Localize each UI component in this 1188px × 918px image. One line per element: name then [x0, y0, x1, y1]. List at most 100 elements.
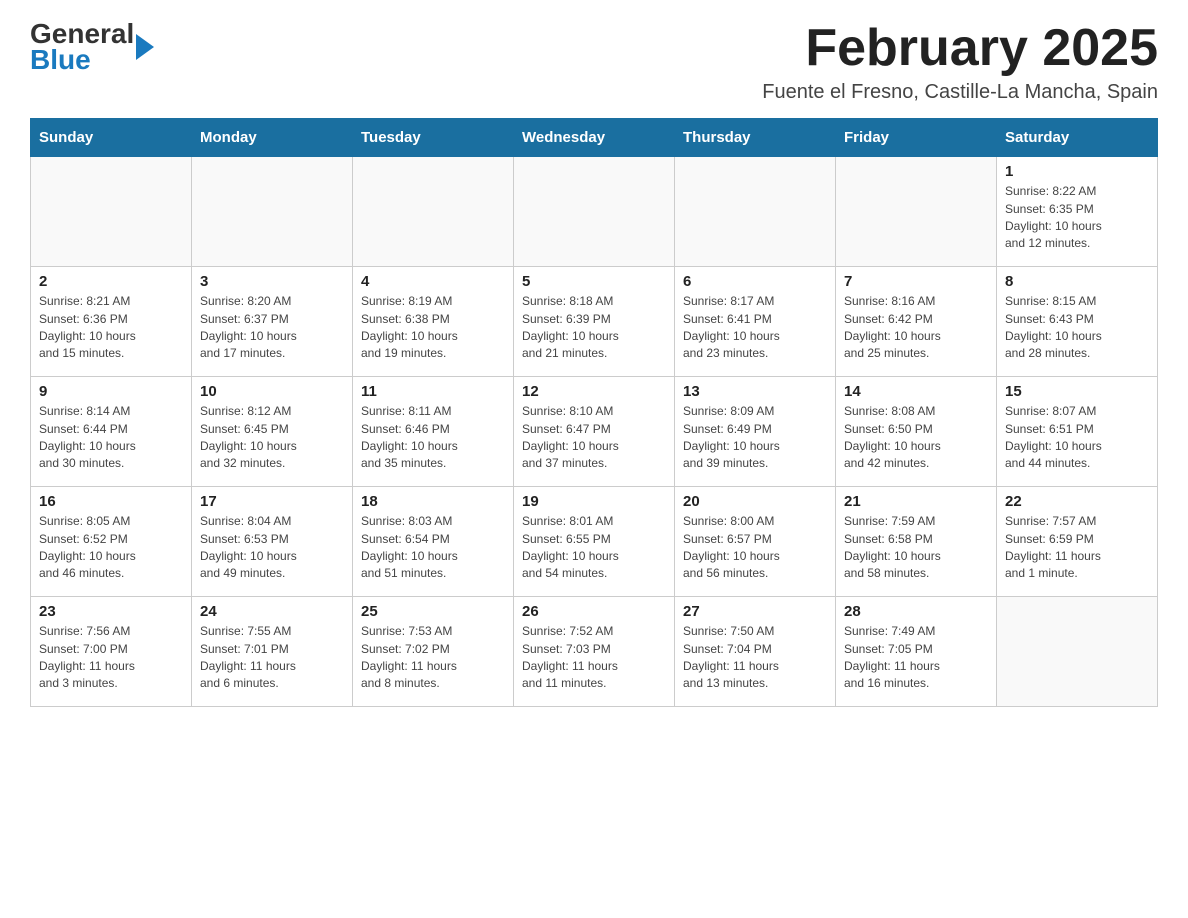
weekday-header-row: SundayMondayTuesdayWednesdayThursdayFrid… — [31, 119, 1158, 157]
day-info: Sunrise: 8:09 AM Sunset: 6:49 PM Dayligh… — [683, 403, 827, 473]
day-info: Sunrise: 7:55 AM Sunset: 7:01 PM Dayligh… — [200, 623, 344, 693]
weekday-header-saturday: Saturday — [997, 119, 1158, 157]
day-info: Sunrise: 8:04 AM Sunset: 6:53 PM Dayligh… — [200, 513, 344, 583]
calendar-cell: 1 Sunrise: 8:22 AM Sunset: 6:35 PM Daylig… — [997, 157, 1158, 267]
calendar-cell: 16Sunrise: 8:05 AM Sunset: 6:52 PM Dayli… — [31, 487, 192, 597]
day-number: 2 — [39, 273, 183, 290]
week-row-5: 23 Sunrise: 7:56 AM Sunset: 7:00 PM Dayli… — [31, 597, 1158, 707]
day-info: Sunrise: 8:07 AM Sunset: 6:51 PM Dayligh… — [1005, 403, 1149, 473]
calendar-cell: 12 Sunrise: 8:10 AM Sunset: 6:47 PM Dayli… — [514, 377, 675, 487]
calendar-cell — [836, 157, 997, 267]
day-info: Sunrise: 8:15 AM Sunset: 6:43 PM Dayligh… — [1005, 293, 1149, 363]
day-info: Sunrise: 8:10 AM Sunset: 6:47 PM Dayligh… — [522, 403, 666, 473]
day-number: 1 — [1005, 163, 1149, 180]
calendar-cell: 11 Sunrise: 8:11 AM Sunset: 6:46 PM Dayli… — [353, 377, 514, 487]
calendar-cell: 14Sunrise: 8:08 AM Sunset: 6:50 PM Dayli… — [836, 377, 997, 487]
day-number: 20 — [683, 493, 827, 510]
day-info: Sunrise: 8:21 AM Sunset: 6:36 PM Dayligh… — [39, 293, 183, 363]
calendar-cell: 8 Sunrise: 8:15 AM Sunset: 6:43 PM Daylig… — [997, 267, 1158, 377]
calendar-cell: 9Sunrise: 8:14 AM Sunset: 6:44 PM Daylig… — [31, 377, 192, 487]
calendar-cell: 20 Sunrise: 8:00 AM Sunset: 6:57 PM Dayli… — [675, 487, 836, 597]
day-number: 8 — [1005, 273, 1149, 290]
day-info: Sunrise: 8:17 AM Sunset: 6:41 PM Dayligh… — [683, 293, 827, 363]
calendar-cell: 28 Sunrise: 7:49 AM Sunset: 7:05 PM Dayli… — [836, 597, 997, 707]
day-number: 19 — [522, 493, 666, 510]
day-info: Sunrise: 8:22 AM Sunset: 6:35 PM Dayligh… — [1005, 183, 1149, 253]
day-info: Sunrise: 8:05 AM Sunset: 6:52 PM Dayligh… — [39, 513, 183, 583]
weekday-header-friday: Friday — [836, 119, 997, 157]
day-info: Sunrise: 8:16 AM Sunset: 6:42 PM Dayligh… — [844, 293, 988, 363]
week-row-4: 16Sunrise: 8:05 AM Sunset: 6:52 PM Dayli… — [31, 487, 1158, 597]
day-number: 17 — [200, 493, 344, 510]
week-row-3: 9Sunrise: 8:14 AM Sunset: 6:44 PM Daylig… — [31, 377, 1158, 487]
calendar-cell — [192, 157, 353, 267]
calendar-cell — [675, 157, 836, 267]
calendar-cell: 19 Sunrise: 8:01 AM Sunset: 6:55 PM Dayli… — [514, 487, 675, 597]
calendar-cell: 15 Sunrise: 8:07 AM Sunset: 6:51 PM Dayli… — [997, 377, 1158, 487]
calendar: SundayMondayTuesdayWednesdayThursdayFrid… — [30, 118, 1158, 707]
day-info: Sunrise: 8:03 AM Sunset: 6:54 PM Dayligh… — [361, 513, 505, 583]
calendar-cell: 23 Sunrise: 7:56 AM Sunset: 7:00 PM Dayli… — [31, 597, 192, 707]
day-info: Sunrise: 7:57 AM Sunset: 6:59 PM Dayligh… — [1005, 513, 1149, 583]
day-info: Sunrise: 8:11 AM Sunset: 6:46 PM Dayligh… — [361, 403, 505, 473]
calendar-cell: 10Sunrise: 8:12 AM Sunset: 6:45 PM Dayli… — [192, 377, 353, 487]
month-title: February 2025 — [762, 20, 1158, 77]
logo-blue: Blue — [30, 44, 91, 76]
calendar-cell — [997, 597, 1158, 707]
calendar-cell: 22Sunrise: 7:57 AM Sunset: 6:59 PM Dayli… — [997, 487, 1158, 597]
day-number: 25 — [361, 603, 505, 620]
day-info: Sunrise: 7:56 AM Sunset: 7:00 PM Dayligh… — [39, 623, 183, 693]
day-number: 12 — [522, 383, 666, 400]
day-number: 5 — [522, 273, 666, 290]
calendar-cell: 5 Sunrise: 8:18 AM Sunset: 6:39 PM Daylig… — [514, 267, 675, 377]
calendar-cell: 2 Sunrise: 8:21 AM Sunset: 6:36 PM Daylig… — [31, 267, 192, 377]
day-info: Sunrise: 7:49 AM Sunset: 7:05 PM Dayligh… — [844, 623, 988, 693]
weekday-header-wednesday: Wednesday — [514, 119, 675, 157]
calendar-cell — [31, 157, 192, 267]
day-info: Sunrise: 7:52 AM Sunset: 7:03 PM Dayligh… — [522, 623, 666, 693]
page-header: General Blue February 2025 Fuente el Fre… — [30, 20, 1158, 104]
day-info: Sunrise: 8:20 AM Sunset: 6:37 PM Dayligh… — [200, 293, 344, 363]
day-number: 15 — [1005, 383, 1149, 400]
calendar-cell: 24 Sunrise: 7:55 AM Sunset: 7:01 PM Dayli… — [192, 597, 353, 707]
day-number: 18 — [361, 493, 505, 510]
day-number: 24 — [200, 603, 344, 620]
day-number: 4 — [361, 273, 505, 290]
calendar-cell: 25 Sunrise: 7:53 AM Sunset: 7:02 PM Dayli… — [353, 597, 514, 707]
weekday-header-thursday: Thursday — [675, 119, 836, 157]
calendar-cell: 3 Sunrise: 8:20 AM Sunset: 6:37 PM Daylig… — [192, 267, 353, 377]
day-info: Sunrise: 8:18 AM Sunset: 6:39 PM Dayligh… — [522, 293, 666, 363]
calendar-cell: 7Sunrise: 8:16 AM Sunset: 6:42 PM Daylig… — [836, 267, 997, 377]
day-number: 28 — [844, 603, 988, 620]
day-number: 11 — [361, 383, 505, 400]
week-row-1: 1 Sunrise: 8:22 AM Sunset: 6:35 PM Daylig… — [31, 157, 1158, 267]
calendar-cell: 27 Sunrise: 7:50 AM Sunset: 7:04 PM Dayli… — [675, 597, 836, 707]
day-number: 21 — [844, 493, 988, 510]
day-info: Sunrise: 7:50 AM Sunset: 7:04 PM Dayligh… — [683, 623, 827, 693]
calendar-cell: 4 Sunrise: 8:19 AM Sunset: 6:38 PM Daylig… — [353, 267, 514, 377]
day-info: Sunrise: 7:53 AM Sunset: 7:02 PM Dayligh… — [361, 623, 505, 693]
day-number: 26 — [522, 603, 666, 620]
location: Fuente el Fresno, Castille-La Mancha, Sp… — [762, 81, 1158, 104]
calendar-cell: 26 Sunrise: 7:52 AM Sunset: 7:03 PM Dayli… — [514, 597, 675, 707]
week-row-2: 2 Sunrise: 8:21 AM Sunset: 6:36 PM Daylig… — [31, 267, 1158, 377]
day-number: 9 — [39, 383, 183, 400]
day-number: 23 — [39, 603, 183, 620]
weekday-header-tuesday: Tuesday — [353, 119, 514, 157]
day-info: Sunrise: 8:19 AM Sunset: 6:38 PM Dayligh… — [361, 293, 505, 363]
calendar-cell — [514, 157, 675, 267]
day-info: Sunrise: 8:01 AM Sunset: 6:55 PM Dayligh… — [522, 513, 666, 583]
day-info: Sunrise: 8:12 AM Sunset: 6:45 PM Dayligh… — [200, 403, 344, 473]
calendar-cell — [353, 157, 514, 267]
day-number: 27 — [683, 603, 827, 620]
day-info: Sunrise: 8:00 AM Sunset: 6:57 PM Dayligh… — [683, 513, 827, 583]
day-number: 14 — [844, 383, 988, 400]
day-number: 6 — [683, 273, 827, 290]
logo: General Blue — [30, 20, 134, 76]
weekday-header-sunday: Sunday — [31, 119, 192, 157]
calendar-cell: 13 Sunrise: 8:09 AM Sunset: 6:49 PM Dayli… — [675, 377, 836, 487]
day-number: 3 — [200, 273, 344, 290]
calendar-cell: 17 Sunrise: 8:04 AM Sunset: 6:53 PM Dayli… — [192, 487, 353, 597]
calendar-cell: 18 Sunrise: 8:03 AM Sunset: 6:54 PM Dayli… — [353, 487, 514, 597]
day-number: 13 — [683, 383, 827, 400]
